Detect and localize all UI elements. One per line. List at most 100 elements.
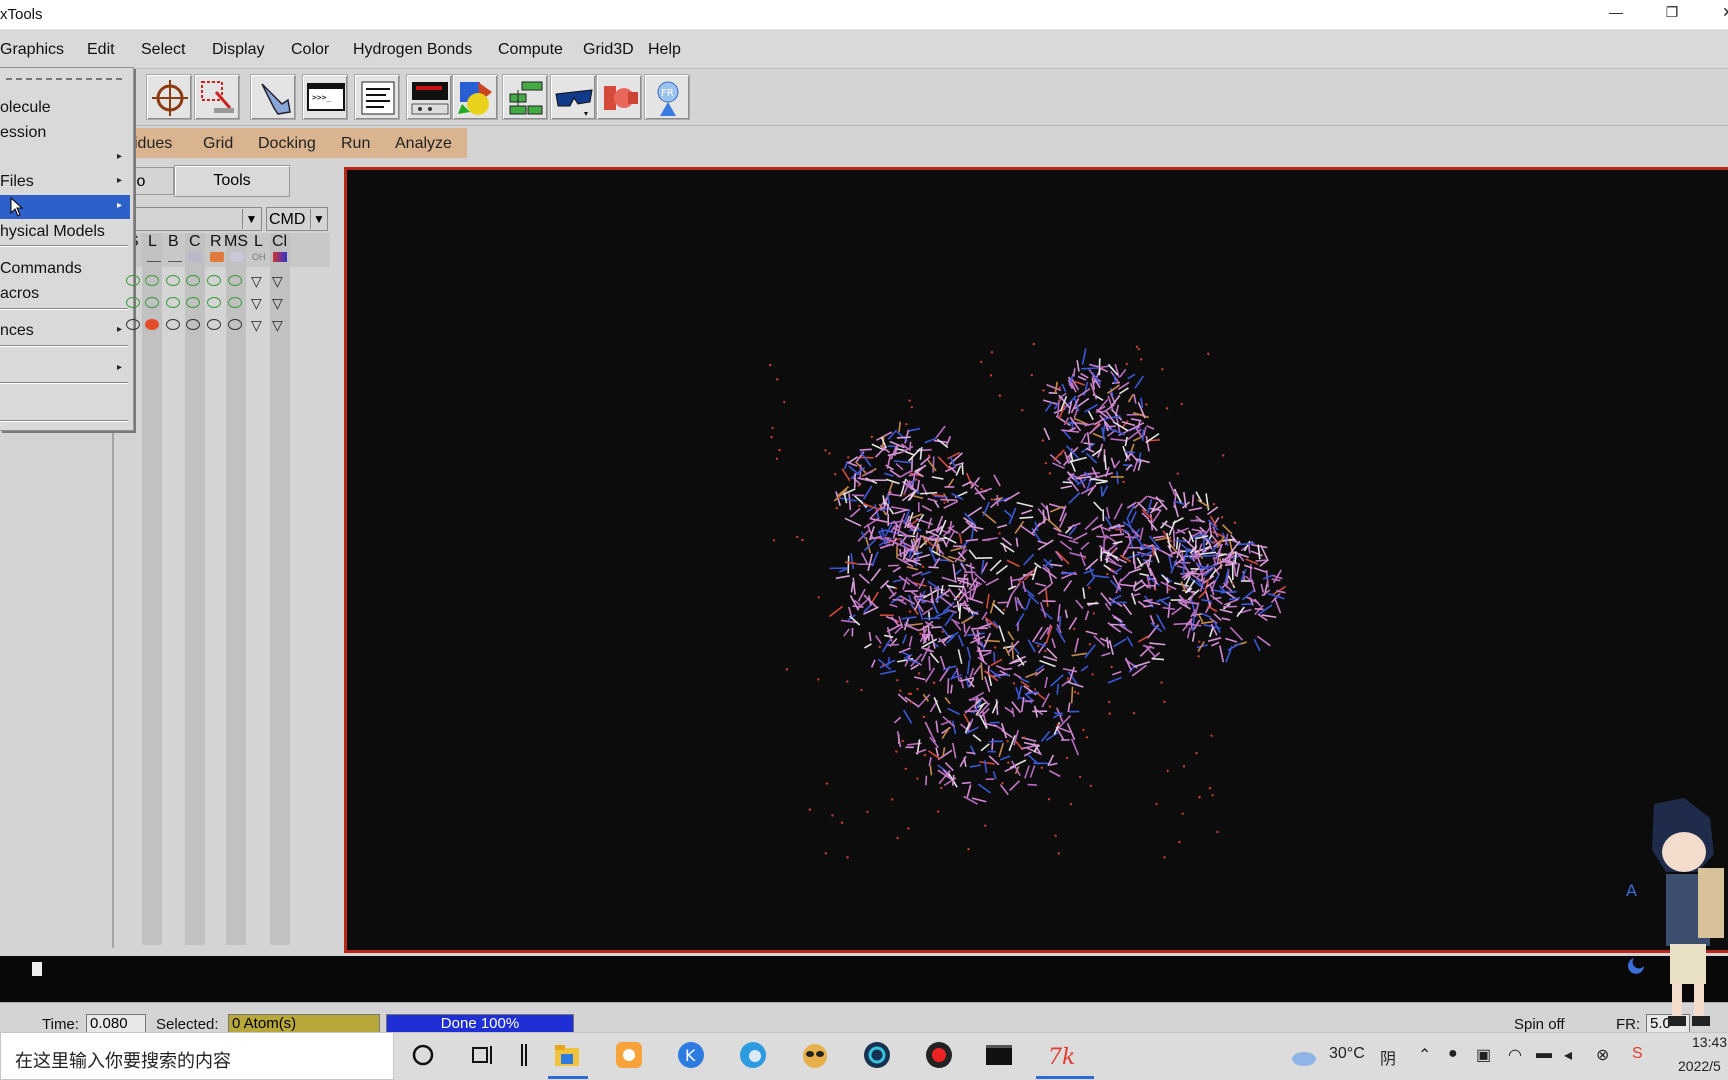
row-triangle-toggle-icon[interactable]: ▽ — [251, 318, 265, 332]
menu-edit[interactable]: Edit — [87, 41, 115, 59]
row-triangle-toggle-icon[interactable]: ▽ — [251, 274, 265, 288]
column-header-color[interactable]: Cl — [272, 233, 287, 251]
row-display-toggle[interactable] — [186, 319, 200, 330]
row-display-toggle[interactable] — [228, 297, 242, 308]
cortana-icon[interactable] — [408, 1040, 438, 1070]
menu-display[interactable]: Display — [212, 41, 264, 59]
sphere-cube-icon[interactable] — [452, 74, 498, 120]
row-display-toggle[interactable] — [166, 275, 180, 286]
edge-browser-icon[interactable] — [738, 1040, 768, 1070]
weather-temperature[interactable]: 30°C — [1329, 1045, 1365, 1063]
shapes-icon[interactable] — [596, 74, 642, 120]
battery-icon[interactable]: ▬ — [1536, 1045, 1552, 1063]
notification-x-icon[interactable]: ⊗ — [1596, 1045, 1609, 1065]
tray-chevron-up-icon[interactable]: ⌃ — [1418, 1045, 1431, 1065]
row-display-toggle[interactable] — [145, 319, 159, 330]
volume-icon[interactable]: ◂ — [1564, 1045, 1572, 1065]
file-menu-item[interactable]: Files ▸ — [0, 170, 130, 194]
file-menu-item[interactable]: ▸ — [0, 357, 130, 381]
file-menu-item[interactable]: hysical Models — [0, 220, 130, 244]
adt-menu-analyze[interactable]: Analyze — [395, 135, 452, 153]
adt-menu-grid[interactable]: Grid — [203, 135, 233, 153]
clock-time[interactable]: 13:43 — [1692, 1034, 1727, 1050]
select-box-icon[interactable] — [194, 74, 240, 120]
row-display-toggle[interactable] — [207, 275, 221, 286]
taskbar-search-box[interactable]: 在这里输入你要搜索的内容 — [0, 1032, 394, 1080]
restore-button[interactable]: ❐ — [1652, 4, 1692, 26]
adt-menu-docking[interactable]: Docking — [258, 135, 316, 153]
column-header-label[interactable]: L — [254, 233, 263, 251]
menu-compute[interactable]: Compute — [498, 41, 563, 59]
pointing-hand-icon[interactable] — [250, 74, 296, 120]
python-shell-icon[interactable]: >>>_ — [302, 74, 348, 120]
row-display-toggle[interactable] — [228, 319, 242, 330]
file-menu-item[interactable]: olecule — [0, 96, 130, 120]
minimize-button[interactable]: — — [1596, 4, 1636, 26]
menu-graphics[interactable]: Graphics — [0, 41, 64, 59]
close-button[interactable]: ✕ — [1708, 4, 1728, 26]
circle-app-icon[interactable] — [862, 1040, 892, 1070]
selection-combobox[interactable] — [120, 207, 262, 231]
file-menu-item[interactable]: ession — [0, 121, 130, 145]
adt-menu-run[interactable]: Run — [341, 135, 370, 153]
record-icon[interactable] — [924, 1040, 954, 1070]
spin-label[interactable]: Spin off — [1514, 1016, 1565, 1033]
k-app-icon[interactable]: K — [676, 1040, 706, 1070]
microphone-icon[interactable]: ● — [1448, 1045, 1458, 1063]
measure-panel-icon[interactable] — [406, 74, 452, 120]
clock-date[interactable]: 2022/5 — [1678, 1058, 1721, 1074]
frame-slider-handle[interactable] — [32, 962, 42, 976]
column-header-lines[interactable]: L — [148, 233, 157, 251]
row-triangle-toggle-icon[interactable]: ▽ — [272, 296, 286, 310]
row-display-toggle[interactable] — [186, 275, 200, 286]
row-display-toggle[interactable] — [145, 275, 159, 286]
uc-browser-icon[interactable] — [614, 1040, 644, 1070]
pinned-app-icon[interactable] — [510, 1040, 540, 1070]
text-editor-icon[interactable] — [354, 74, 400, 120]
column-header-cpk[interactable]: C — [189, 233, 201, 251]
row-display-toggle[interactable] — [186, 297, 200, 308]
file-menu-item[interactable]: nces ▸ — [0, 319, 130, 343]
column-header-balls[interactable]: B — [168, 233, 179, 251]
row-display-toggle[interactable] — [145, 297, 159, 308]
raccoon-app-icon[interactable] — [800, 1040, 830, 1070]
file-menu-item[interactable]: Commands — [0, 257, 130, 281]
tab-tools[interactable]: Tools — [174, 165, 290, 197]
row-display-toggle[interactable] — [166, 297, 180, 308]
row-display-toggle[interactable] — [207, 297, 221, 308]
terminal-icon[interactable] — [984, 1040, 1014, 1070]
crosshair-icon[interactable] — [146, 74, 192, 120]
display-icon[interactable]: ▣ — [1476, 1045, 1491, 1065]
row-display-toggle[interactable] — [126, 319, 140, 330]
selection-dropdown-arrow-icon[interactable]: ▼ — [242, 209, 260, 229]
row-display-toggle[interactable] — [228, 275, 242, 286]
sogou-ime-icon[interactable]: S — [1632, 1045, 1643, 1063]
row-triangle-toggle-icon[interactable]: ▽ — [272, 274, 286, 288]
menu-help[interactable]: Help — [648, 41, 681, 59]
menu-select[interactable]: Select — [141, 41, 185, 59]
menu-color[interactable]: Color — [291, 41, 329, 59]
column-header-ribbon[interactable]: R — [210, 233, 222, 251]
tk-app-icon[interactable]: 7k — [1046, 1040, 1076, 1070]
row-triangle-toggle-icon[interactable]: ▽ — [251, 296, 265, 310]
file-explorer-icon[interactable] — [552, 1040, 582, 1070]
row-triangle-toggle-icon[interactable]: ▽ — [272, 318, 286, 332]
hierarchy-icon[interactable] — [502, 74, 548, 120]
cmd-dropdown-arrow-icon[interactable]: ▼ — [310, 209, 327, 229]
column-header-msms[interactable]: MS — [224, 233, 248, 251]
row-display-toggle[interactable] — [126, 297, 140, 308]
stereo-glasses-icon[interactable] — [550, 74, 596, 120]
row-display-toggle[interactable] — [126, 275, 140, 286]
task-view-icon[interactable] — [468, 1040, 498, 1070]
row-display-toggle[interactable] — [166, 319, 180, 330]
tearoff-line[interactable] — [6, 78, 122, 80]
file-menu-item[interactable] — [0, 393, 130, 417]
weather-condition[interactable]: 阴 — [1380, 1045, 1396, 1069]
3d-viewer[interactable] — [344, 167, 1728, 953]
row-display-toggle[interactable] — [207, 319, 221, 330]
fr-icon[interactable]: FR — [644, 74, 690, 120]
file-menu-item[interactable]: ▸ — [0, 146, 130, 170]
menu-hydrogen-bonds[interactable]: Hydrogen Bonds — [353, 41, 472, 59]
file-menu-item[interactable]: acros — [0, 282, 130, 306]
wifi-icon[interactable]: ◠ — [1508, 1045, 1522, 1065]
